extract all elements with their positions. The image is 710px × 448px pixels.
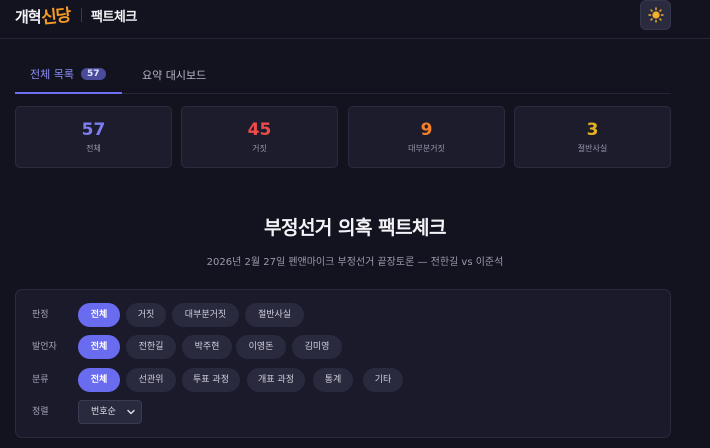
app-header: 개혁 신당 팩트체크 [0,0,710,39]
page-title: 부정선거 의혹 팩트체크 [263,217,447,239]
logo-text-part2: 신당 [39,5,72,29]
filter-label: 발언자 [32,342,57,352]
verdict-chip-mostly-false[interactable]: 대부분거짓 [172,303,239,327]
stat-value: 3 [586,120,599,140]
stat-value: 45 [247,120,272,140]
stat-label: 대부분거짓 [408,144,445,153]
speaker-chip-all[interactable]: 전체 [78,335,120,359]
stat-card-false: 45 거짓 [181,106,338,168]
speaker-chip-jeon-hangil[interactable]: 전한길 [126,335,176,359]
verdict-chip-all[interactable]: 전체 [78,303,120,327]
category-chip-all[interactable]: 전체 [78,368,120,392]
category-chip-counting-process[interactable]: 개표 과정 [247,368,305,392]
logo[interactable]: 개혁 신당 [15,3,72,29]
category-chip-voting-process[interactable]: 투표 과정 [182,368,240,392]
stat-card-mostly-false: 9 대부분거짓 [348,106,505,168]
stat-label: 절반사실 [577,144,608,153]
filter-row-sort: 정렬 번호순 [16,400,672,424]
stat-card-half-true: 3 절반사실 [514,106,671,168]
filter-row-speaker: 발언자 전체 전한길 박주현 이영돈 김미영 [16,335,672,359]
theme-toggle-button[interactable] [640,0,671,30]
tab-all-list[interactable]: 전체 목록 57 [15,56,122,94]
filter-label: 분류 [32,375,49,385]
speaker-chip-park-juhyeon[interactable]: 박주현 [182,335,232,359]
sort-select[interactable]: 번호순 [78,400,142,424]
filter-row-category: 분류 전체 선관위 투표 과정 개표 과정 통계 기타 [16,368,672,392]
category-chip-statistics[interactable]: 통계 [313,368,353,392]
logo-text-part1: 개혁 [15,8,42,26]
tab-summary-dashboard-label: 요약 대시보드 [142,68,207,82]
speaker-chip-lee-yeongdon[interactable]: 이영돈 [236,335,286,359]
sun-icon [647,7,664,23]
filter-label: 정렬 [32,407,49,417]
verdict-chip-false[interactable]: 거짓 [126,303,166,327]
stat-value: 57 [81,120,106,140]
tab-all-list-label: 전체 목록 [30,68,74,81]
chevron-down-icon [127,409,135,415]
stat-label: 거짓 [252,144,267,153]
category-chip-other[interactable]: 기타 [363,368,403,392]
brand-title: 팩트체크 [91,10,137,25]
count-badge: 57 [80,68,106,80]
page-subtitle: 2026년 2월 27일 펜앤마이크 부정선거 끝장토론 — 전한길 vs 이준… [206,257,504,268]
sort-select-value: 번호순 [91,407,116,417]
category-chip-election-commission[interactable]: 선관위 [126,368,176,392]
speaker-chip-kim-miyeong[interactable]: 김미영 [292,335,342,359]
view-tabs: 전체 목록 57 요약 대시보드 [15,56,671,94]
filter-row-verdict: 판정 전체 거짓 대부분거짓 절반사실 [16,303,672,327]
stat-label: 전체 [86,144,101,153]
tab-summary-dashboard[interactable]: 요약 대시보드 [142,56,206,93]
filter-panel: 판정 전체 거짓 대부분거짓 절반사실 발언자 전체 전한길 박주현 이영돈 김… [15,289,671,438]
header-divider [81,8,82,22]
stat-value: 9 [420,120,433,140]
filter-label: 판정 [32,310,49,320]
stat-card-total: 57 전체 [15,106,172,168]
verdict-chip-half-true[interactable]: 절반사실 [245,303,304,327]
